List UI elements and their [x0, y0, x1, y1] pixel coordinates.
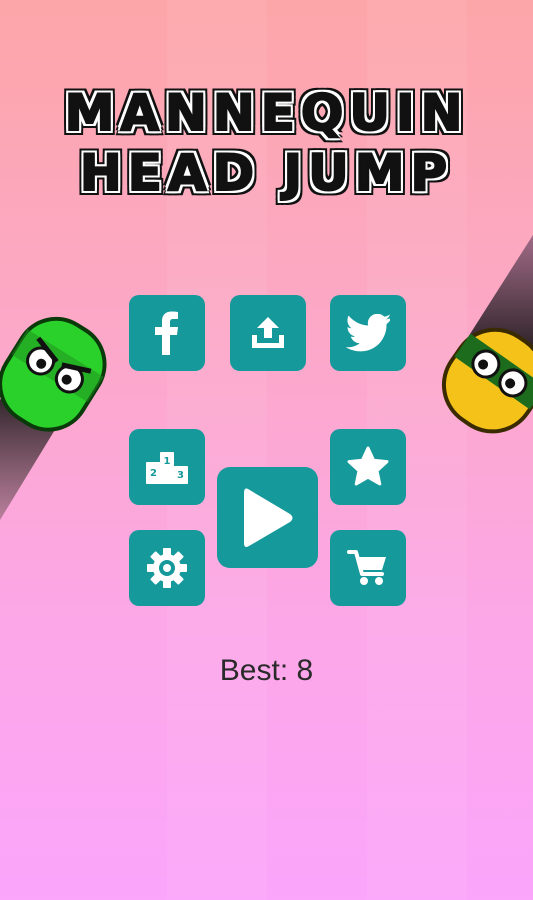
podium-place-3: 3: [177, 470, 184, 481]
left-character: [0, 316, 107, 520]
twitter-icon: [346, 314, 390, 352]
podium-place-2: 2: [150, 468, 157, 479]
game-title-line2: HEAD JUMP: [79, 144, 454, 202]
settings-button[interactable]: [129, 530, 205, 606]
shop-button[interactable]: [330, 530, 406, 606]
play-icon: [243, 488, 292, 547]
twitter-button[interactable]: [330, 295, 406, 371]
best-score: Best: 8: [219, 654, 314, 687]
gear-icon: [147, 548, 187, 588]
podium-icon: 1 2 3: [146, 452, 188, 484]
podium-place-1: 1: [164, 456, 171, 467]
game-title-line1: MANNEQUIN: [64, 84, 469, 142]
leaderboard-button[interactable]: 1 2 3: [129, 429, 205, 505]
star-icon: [347, 446, 389, 486]
facebook-button[interactable]: [129, 295, 205, 371]
facebook-icon: [155, 311, 178, 355]
share-button[interactable]: [230, 295, 306, 371]
share-icon: [252, 317, 284, 348]
play-button[interactable]: [217, 467, 318, 568]
right-character: [441, 235, 533, 434]
cart-icon: [347, 550, 386, 585]
rate-button[interactable]: [330, 429, 406, 505]
